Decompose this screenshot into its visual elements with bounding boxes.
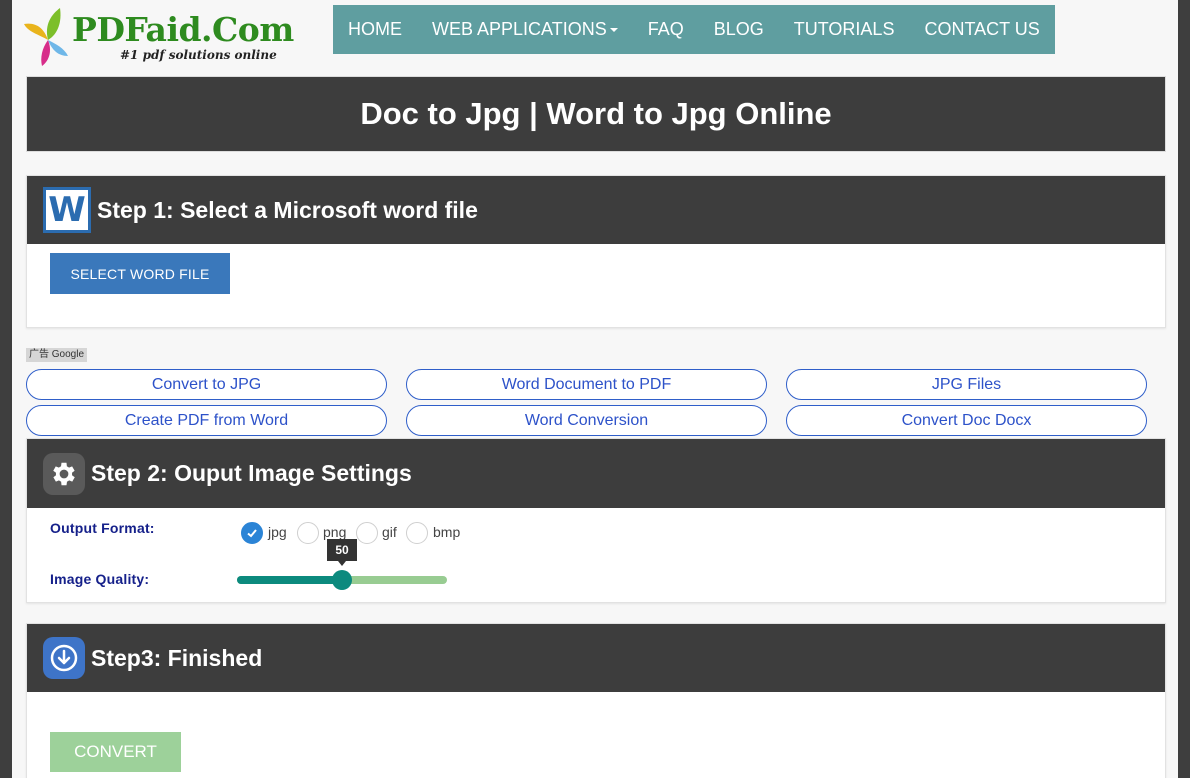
image-quality-label: Image Quality: [50,571,150,587]
logo-text: PDFaid.Com [72,10,294,49]
step1-header: W Step 1: Select a Microsoft word file [27,176,1165,244]
step3-title: Step3: Finished [91,644,263,671]
word-icon-letter: W [48,190,86,230]
logo-tagline: #1 pdf solutions online [120,48,277,62]
ad-link-convert-doc-docx[interactable]: Convert Doc Docx [786,405,1147,436]
output-format-label: Output Format: [50,520,155,536]
ad-link-convert-to-jpg[interactable]: Convert to JPG [26,369,387,400]
site-logo[interactable]: PDFaid.Com #1 pdf solutions online [24,4,294,68]
nav-web-applications-label: WEB APPLICATIONS [432,19,607,39]
ad-link-word-document-to-pdf[interactable]: Word Document to PDF [406,369,767,400]
gear-icon-glyph [53,462,75,485]
quality-slider-handle[interactable] [332,570,352,590]
convert-button[interactable]: CONVERT [50,732,181,772]
step3-panel: Step3: Finished CONVERT [26,623,1166,778]
format-png-label[interactable]: png [323,524,346,540]
check-icon [247,529,257,538]
step2-header: Step 2: Ouput Image Settings [27,439,1165,508]
ad-link-jpg-files[interactable]: JPG Files [786,369,1147,400]
step2-title: Step 2: Ouput Image Settings [91,460,412,486]
format-bmp-radio[interactable] [406,522,428,544]
nav-blog[interactable]: BLOG [714,19,764,40]
step2-panel: Step 2: Ouput Image Settings Output Form… [26,438,1166,603]
step1-panel: W Step 1: Select a Microsoft word file S… [26,175,1166,328]
page: PDFaid.Com #1 pdf solutions online HOME … [12,0,1178,778]
nav-home[interactable]: HOME [348,19,402,40]
step1-title: Step 1: Select a Microsoft word file [97,196,478,223]
window-frame-right [1178,0,1190,778]
main-nav: HOME WEB APPLICATIONS FAQ BLOG TUTORIALS… [333,5,1055,54]
step3-header: Step3: Finished [27,624,1165,692]
download-icon [43,637,85,679]
gear-icon [43,452,85,495]
nav-faq[interactable]: FAQ [648,19,684,40]
nav-contact-us[interactable]: CONTACT US [924,19,1039,40]
format-gif-label[interactable]: gif [382,524,397,540]
quality-value-tooltip: 50 [327,539,357,566]
format-png-radio[interactable] [297,522,319,544]
format-jpg-label[interactable]: jpg [268,524,287,540]
window-frame-left [0,0,12,778]
ad-link-word-conversion[interactable]: Word Conversion [406,405,767,436]
format-gif-radio[interactable] [356,522,378,544]
download-icon-glyph [50,644,78,672]
page-title-bar: Doc to Jpg | Word to Jpg Online [26,76,1166,152]
word-icon: W [43,187,91,233]
nav-tutorials[interactable]: TUTORIALS [794,19,895,40]
page-title: Doc to Jpg | Word to Jpg Online [360,96,832,131]
caret-down-icon [609,27,618,32]
nav-web-applications[interactable]: WEB APPLICATIONS [432,19,618,40]
format-jpg-radio[interactable] [241,522,263,544]
ad-link-create-pdf-from-word[interactable]: Create PDF from Word [26,405,387,436]
ad-label[interactable]: 广告 Google [26,348,88,362]
format-bmp-label[interactable]: bmp [433,524,460,540]
quality-slider-fill [237,576,342,584]
logo-leaf-icon [24,8,68,66]
select-word-file-button[interactable]: SELECT WORD FILE [50,253,230,294]
